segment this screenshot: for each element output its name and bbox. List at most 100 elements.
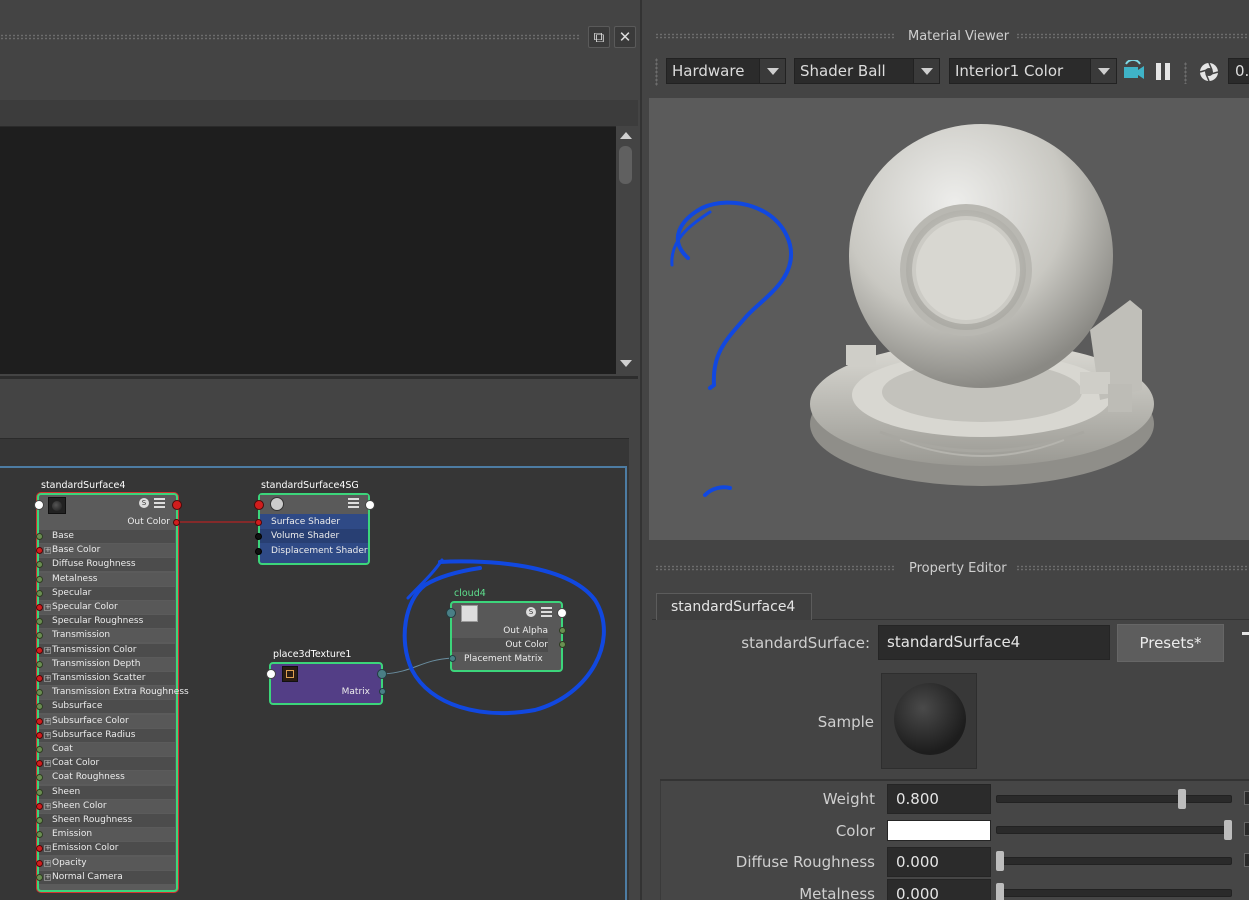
attribute-row[interactable]: Subsurface Color: [39, 715, 175, 728]
weight-map-button[interactable]: [1244, 791, 1249, 805]
presets-button[interactable]: Presets*: [1117, 624, 1224, 662]
diffuse-roughness-map-button[interactable]: [1244, 853, 1249, 867]
attribute-row[interactable]: Emission Color: [39, 842, 175, 855]
swatch-toggle-icon[interactable]: S: [139, 498, 149, 508]
attribute-row[interactable]: Sheen Color: [39, 800, 175, 813]
attribute-input-port[interactable]: [36, 760, 43, 767]
standard-surface-input-port[interactable]: [34, 500, 44, 510]
attribute-row[interactable]: Sheen: [39, 786, 175, 799]
attribute-row[interactable]: Coat: [39, 743, 175, 756]
scrollbar-thumb[interactable]: [619, 146, 632, 184]
attribute-input-port[interactable]: [36, 703, 43, 710]
attribute-row[interactable]: Emission: [39, 828, 175, 841]
attribute-input-port[interactable]: [36, 604, 43, 611]
attribute-input-port[interactable]: [36, 618, 43, 625]
attribute-row[interactable]: Coat Color: [39, 757, 175, 770]
renderer-dropdown[interactable]: Hardware: [666, 58, 786, 84]
attribute-row[interactable]: Sheen Roughness: [39, 814, 175, 827]
attribute-row[interactable]: Normal Camera: [39, 871, 175, 884]
node-menu-icon[interactable]: [541, 607, 552, 617]
attribute-input-port[interactable]: [36, 661, 43, 668]
environment-dropdown[interactable]: Interior1 Color: [949, 58, 1117, 84]
attribute-input-port[interactable]: [36, 547, 43, 554]
attribute-row[interactable]: Metalness: [39, 573, 175, 586]
script-vertical-scrollbar[interactable]: [616, 126, 636, 374]
attribute-input-port[interactable]: [36, 874, 43, 881]
surface-shader-port[interactable]: [255, 519, 262, 526]
out-color-port[interactable]: [173, 519, 180, 526]
expand-compound-icon[interactable]: +: [44, 845, 51, 852]
out-color-port[interactable]: [559, 641, 566, 648]
out-alpha-port[interactable]: [559, 627, 566, 634]
attribute-row[interactable]: Transmission Extra Roughness: [39, 686, 189, 699]
property-editor-drag-handle[interactable]: [1016, 565, 1249, 571]
swatch-toggle-icon[interactable]: S: [526, 607, 536, 617]
attribute-row[interactable]: Subsurface Radius: [39, 729, 175, 742]
diffuse-roughness-slider[interactable]: [996, 857, 1232, 865]
attribute-input-port[interactable]: [36, 647, 43, 654]
shading-group-input-port[interactable]: [254, 500, 264, 510]
close-window-button[interactable]: ✕: [614, 26, 636, 48]
attribute-input-port[interactable]: [36, 632, 43, 639]
attribute-input-port[interactable]: [36, 774, 43, 781]
weight-slider[interactable]: [996, 795, 1232, 803]
placement-matrix-port[interactable]: [449, 655, 456, 662]
attribute-row[interactable]: Subsurface: [39, 700, 175, 713]
volume-shader-port[interactable]: [255, 533, 262, 540]
expand-compound-icon[interactable]: +: [44, 860, 51, 867]
metalness-slider-handle[interactable]: [996, 883, 1004, 900]
attribute-input-port[interactable]: [36, 746, 43, 753]
expand-compound-icon[interactable]: +: [44, 760, 51, 767]
attribute-row[interactable]: Transmission Depth: [39, 658, 175, 671]
attribute-row[interactable]: Specular Roughness: [39, 615, 175, 628]
attribute-input-port[interactable]: [36, 817, 43, 824]
attribute-input-port[interactable]: [36, 590, 43, 597]
expand-compound-icon[interactable]: +: [44, 874, 51, 881]
color-slider-handle[interactable]: [1224, 820, 1232, 840]
attribute-input-port[interactable]: [36, 845, 43, 852]
chevron-down-icon[interactable]: [1090, 59, 1116, 83]
restore-window-button[interactable]: ⧉: [588, 26, 610, 48]
attribute-row[interactable]: Base Color: [39, 544, 175, 557]
metalness-field[interactable]: 0.000: [887, 879, 991, 900]
refresh-camera-icon[interactable]: [1122, 60, 1146, 82]
cloud-input-port[interactable]: [446, 608, 456, 618]
material-preview-viewport[interactable]: [649, 98, 1249, 540]
chevron-down-icon[interactable]: [759, 59, 785, 83]
expand-compound-icon[interactable]: +: [44, 547, 51, 554]
place3d-input-port[interactable]: [266, 669, 276, 679]
tab-standardsurface4[interactable]: standardSurface4: [656, 593, 812, 620]
pause-icon[interactable]: [1156, 63, 1161, 80]
node-focus-icon[interactable]: [1242, 632, 1249, 635]
attribute-input-port[interactable]: [36, 561, 43, 568]
attribute-row[interactable]: Transmission Scatter: [39, 672, 175, 685]
scroll-up-arrow-icon[interactable]: [620, 132, 632, 139]
node-menu-icon[interactable]: [154, 498, 165, 508]
exposure-aperture-icon[interactable]: [1198, 61, 1220, 83]
chevron-down-icon[interactable]: [913, 59, 939, 83]
attribute-row[interactable]: Base: [39, 530, 175, 543]
attribute-input-port[interactable]: [36, 689, 43, 696]
attribute-input-port[interactable]: [36, 789, 43, 796]
attribute-row[interactable]: Diffuse Roughness: [39, 558, 175, 571]
attribute-row[interactable]: Transmission Color: [39, 644, 175, 657]
color-slider[interactable]: [996, 826, 1232, 834]
cloud-output-port[interactable]: [557, 608, 567, 618]
color-swatch[interactable]: [887, 820, 991, 841]
shape-dropdown[interactable]: Shader Ball: [794, 58, 940, 84]
expand-compound-icon[interactable]: +: [44, 803, 51, 810]
scroll-down-arrow-icon[interactable]: [620, 360, 632, 367]
attribute-input-port[interactable]: [36, 860, 43, 867]
diffuse-roughness-slider-handle[interactable]: [996, 851, 1004, 871]
attribute-input-port[interactable]: [36, 831, 43, 838]
panel-divider[interactable]: [0, 376, 638, 379]
attribute-input-port[interactable]: [36, 675, 43, 682]
drag-handle[interactable]: [0, 34, 580, 40]
displacement-shader-port[interactable]: [255, 548, 262, 555]
expand-compound-icon[interactable]: +: [44, 718, 51, 725]
expand-compound-icon[interactable]: +: [44, 604, 51, 611]
place3d-output-port[interactable]: [377, 669, 387, 679]
weight-slider-handle[interactable]: [1178, 789, 1186, 809]
attribute-input-port[interactable]: [36, 732, 43, 739]
attribute-row[interactable]: Coat Roughness: [39, 771, 175, 784]
